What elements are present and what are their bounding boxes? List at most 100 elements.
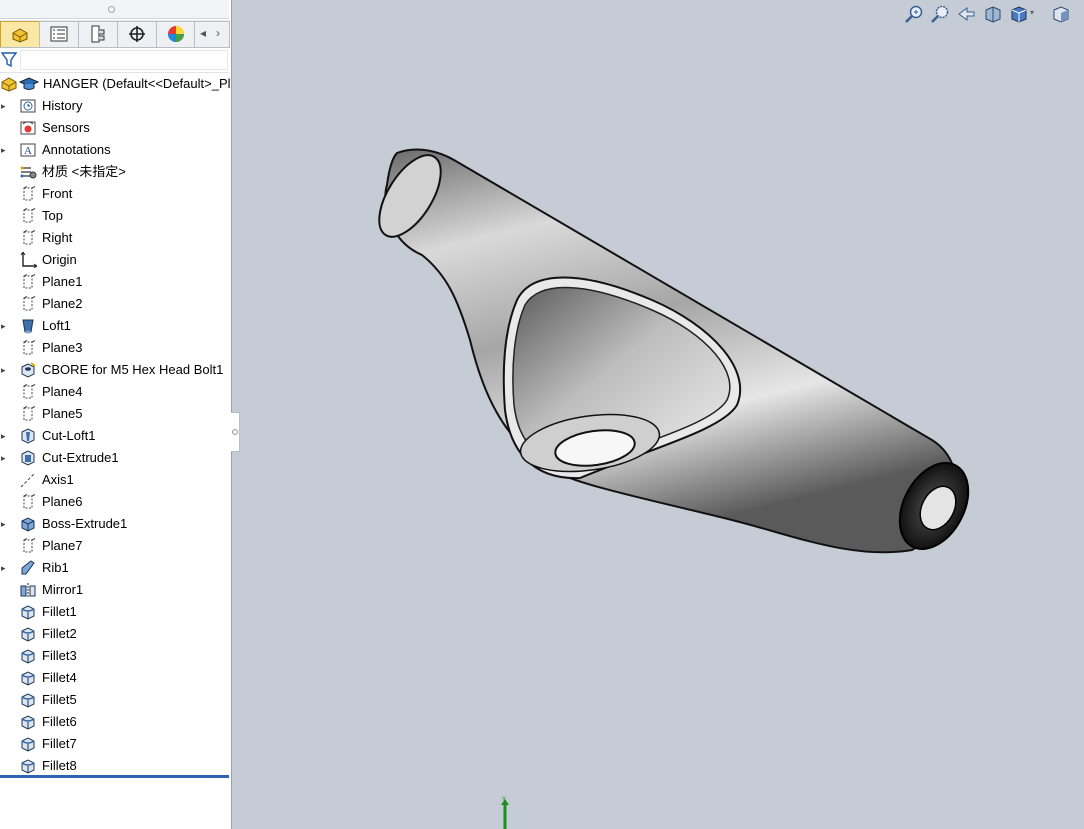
tree-item-label: Fillet1 [42, 604, 77, 619]
tree-item[interactable]: ▸ Boss-Extrude1 [0, 513, 229, 535]
tree-item[interactable]: ▸ Cut-Loft1 [0, 425, 229, 447]
plane-icon [19, 274, 37, 290]
tree-item-label: 材质 <未指定> [42, 164, 126, 179]
scroll-right-icon[interactable]: › [216, 26, 220, 40]
scroll-left-icon[interactable]: ◂ [200, 26, 206, 40]
tree-item[interactable]: 材质 <未指定> [0, 161, 229, 183]
expand-arrow-icon[interactable]: ▸ [1, 425, 9, 447]
tree-item[interactable]: Fillet7 [0, 733, 229, 755]
fillet-icon [19, 648, 37, 664]
tree-item[interactable]: Plane6 [0, 491, 229, 513]
history-icon [19, 98, 37, 114]
tree-item[interactable]: Plane3 [0, 337, 229, 359]
display-manager-icon [168, 26, 184, 42]
tree-item[interactable]: Front [0, 183, 229, 205]
tree-item[interactable]: Right [0, 227, 229, 249]
fillet-icon [19, 714, 37, 730]
tree-rollback-bar[interactable] [0, 775, 229, 778]
tree-item-label: Plane6 [42, 494, 83, 509]
tree-item-label: Origin [42, 252, 77, 267]
tree-item[interactable]: Fillet1 [0, 601, 229, 623]
tree-item[interactable]: Plane4 [0, 381, 229, 403]
tree-item-label: Plane5 [42, 406, 83, 421]
tree-item-label: CBORE for M5 Hex Head Bolt1 [42, 362, 224, 377]
tree-item-label: Fillet2 [42, 626, 77, 641]
tree-item[interactable]: ▸ A Annotations [0, 139, 229, 161]
tree-item[interactable]: Axis1 [0, 469, 229, 491]
graphics-area[interactable]: ▾ Y [232, 0, 1084, 829]
tree-item-label: Fillet3 [42, 648, 77, 663]
tree-item[interactable]: Plane1 [0, 271, 229, 293]
expand-arrow-icon[interactable]: ▸ [1, 513, 9, 535]
tree-item-label: Plane4 [42, 384, 83, 399]
feature-tree: HANGER (Default<<Default>_Pl ▸ History Sen… [0, 73, 231, 777]
tree-item[interactable]: ▸ History [0, 95, 229, 117]
tree-item-label: Loft1 [42, 318, 71, 333]
hole-wizard-icon [19, 362, 37, 378]
tab-property-manager[interactable] [39, 21, 79, 47]
tree-item[interactable]: ▸ CBORE for M5 Hex Head Bolt1 [0, 359, 229, 381]
expand-arrow-icon[interactable]: ▸ [1, 95, 9, 117]
tree-item-label: Plane2 [42, 296, 83, 311]
tree-item[interactable]: Plane7 [0, 535, 229, 557]
expand-arrow-icon[interactable]: ▸ [1, 315, 9, 337]
expand-arrow-icon[interactable]: ▸ [1, 557, 9, 579]
graduation-cap-icon [18, 76, 40, 92]
rib-icon [19, 560, 37, 576]
tree-item-label: Rib1 [42, 560, 69, 575]
plane-icon [19, 230, 37, 246]
tree-item[interactable]: Fillet8 [0, 755, 229, 777]
tree-item[interactable]: Fillet6 [0, 711, 229, 733]
tree-item-label: Fillet5 [42, 692, 77, 707]
expand-arrow-icon[interactable]: ▸ [1, 139, 9, 161]
tree-item-label: Annotations [42, 142, 111, 157]
tree-item-label: Boss-Extrude1 [42, 516, 128, 531]
tree-root-label: HANGER (Default<<Default>_Pl [43, 76, 231, 91]
tree-item[interactable]: Sensors [0, 117, 229, 139]
tree-filter-bar [0, 48, 229, 73]
filter-icon[interactable] [1, 52, 17, 68]
tree-item[interactable]: ▸ Loft1 [0, 315, 229, 337]
tree-item-label: Fillet7 [42, 736, 77, 751]
svg-text:Y: Y [502, 797, 506, 803]
tree-item-label: Cut-Loft1 [42, 428, 96, 443]
tree-item[interactable]: Top [0, 205, 229, 227]
tree-item[interactable]: Origin [0, 249, 229, 271]
boss-extrude-icon [19, 516, 37, 532]
fillet-icon [19, 626, 37, 642]
tab-configuration-manager[interactable] [78, 21, 118, 47]
part-icon [0, 76, 18, 92]
svg-text:A: A [24, 145, 32, 157]
hanger-model[interactable] [232, 0, 1084, 829]
tree-item[interactable]: ▸ Cut-Extrude1 [0, 447, 229, 469]
filter-input[interactable] [20, 50, 228, 70]
tree-item[interactable]: Plane2 [0, 293, 229, 315]
panel-grip[interactable] [0, 0, 229, 19]
feature-manager-icon [12, 28, 28, 43]
tree-item[interactable]: Fillet3 [0, 645, 229, 667]
tree-item[interactable]: Fillet4 [0, 667, 229, 689]
fillet-icon [19, 604, 37, 620]
tab-display-manager[interactable] [156, 21, 196, 47]
plane-icon [19, 538, 37, 554]
tree-item-label: Fillet6 [42, 714, 77, 729]
tab-scroll-buttons[interactable]: ◂ › [194, 21, 230, 48]
tree-item[interactable]: ▸ Rib1 [0, 557, 229, 579]
tree-item-label: Fillet4 [42, 670, 77, 685]
tree-item[interactable]: Mirror1 [0, 579, 229, 601]
plane-icon [19, 340, 37, 356]
axis-icon [19, 472, 37, 488]
tree-item[interactable]: Fillet5 [0, 689, 229, 711]
tree-item[interactable]: Fillet2 [0, 623, 229, 645]
expand-arrow-icon[interactable]: ▸ [1, 447, 9, 469]
tree-item[interactable]: Plane5 [0, 403, 229, 425]
tree-root[interactable]: HANGER (Default<<Default>_Pl [0, 73, 231, 95]
origin-icon [19, 251, 38, 269]
loft-icon [19, 318, 37, 334]
tab-dimxpert-manager[interactable] [117, 21, 157, 47]
expand-arrow-icon[interactable]: ▸ [1, 359, 9, 381]
tab-feature-manager[interactable] [0, 21, 40, 47]
fillet-icon [19, 670, 37, 686]
cut-loft-icon [19, 428, 37, 444]
annotations-icon: A [19, 142, 37, 158]
